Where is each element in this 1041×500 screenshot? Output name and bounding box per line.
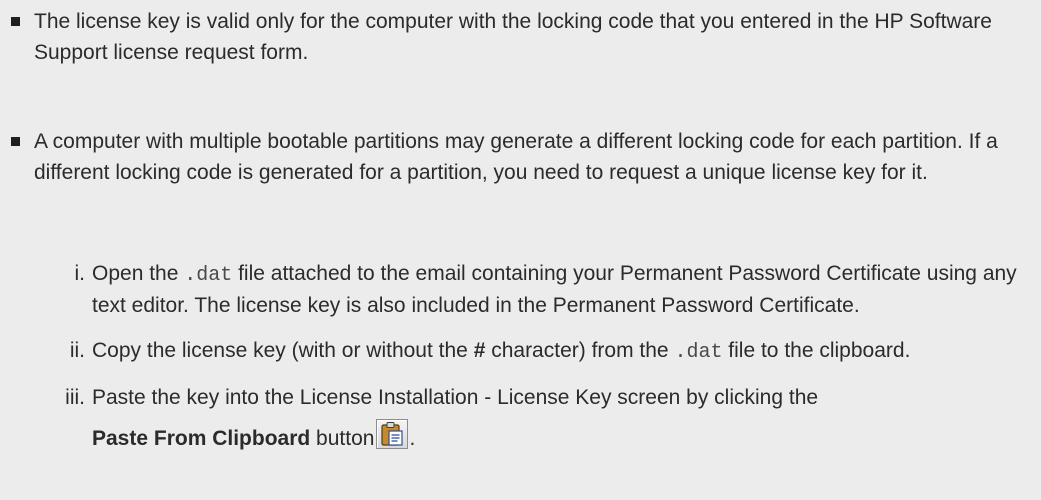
- hash-character: #: [473, 339, 486, 362]
- clipboard-icon-graphic: [381, 422, 404, 446]
- sentence-end: .: [409, 427, 416, 450]
- step-number: iii.: [65, 386, 85, 409]
- steps-list: i. Open the .dat file attached to the em…: [0, 259, 1041, 457]
- paste-from-clipboard-label: Paste From Clipboard: [92, 427, 311, 450]
- step-text: Open the: [92, 262, 185, 285]
- note-text: The license key is valid only for the co…: [34, 10, 992, 64]
- step-text: Paste the key into the License Installat…: [92, 386, 819, 409]
- help-document: The license key is valid only for the co…: [0, 0, 1041, 500]
- note-bullet-partitions: A computer with multiple bootable partit…: [0, 126, 1041, 188]
- paste-instruction-line: Paste From Clipboard button .: [92, 419, 1029, 457]
- step-copy-license-key: ii. Copy the license key (with or withou…: [0, 336, 1041, 368]
- note-text: A computer with multiple bootable partit…: [34, 130, 998, 184]
- step-text: file to the clipboard.: [722, 339, 911, 362]
- step-open-dat-file: i. Open the .dat file attached to the em…: [0, 259, 1041, 321]
- step-text: button: [310, 427, 375, 450]
- bullet-square-icon: [11, 137, 20, 146]
- bullet-square-icon: [11, 17, 20, 26]
- step-text: character) from the: [485, 339, 675, 362]
- step-paste-key: iii. Paste the key into the License Inst…: [0, 383, 1041, 457]
- step-text: Copy the license key (with or without th…: [92, 339, 474, 362]
- step-number: ii.: [69, 339, 85, 362]
- note-bullet-license-validity: The license key is valid only for the co…: [0, 6, 1041, 68]
- paste-from-clipboard-icon: [376, 419, 409, 449]
- step-number: i.: [74, 262, 86, 285]
- file-extension-code: .dat: [674, 341, 723, 364]
- file-extension-code: .dat: [184, 264, 233, 287]
